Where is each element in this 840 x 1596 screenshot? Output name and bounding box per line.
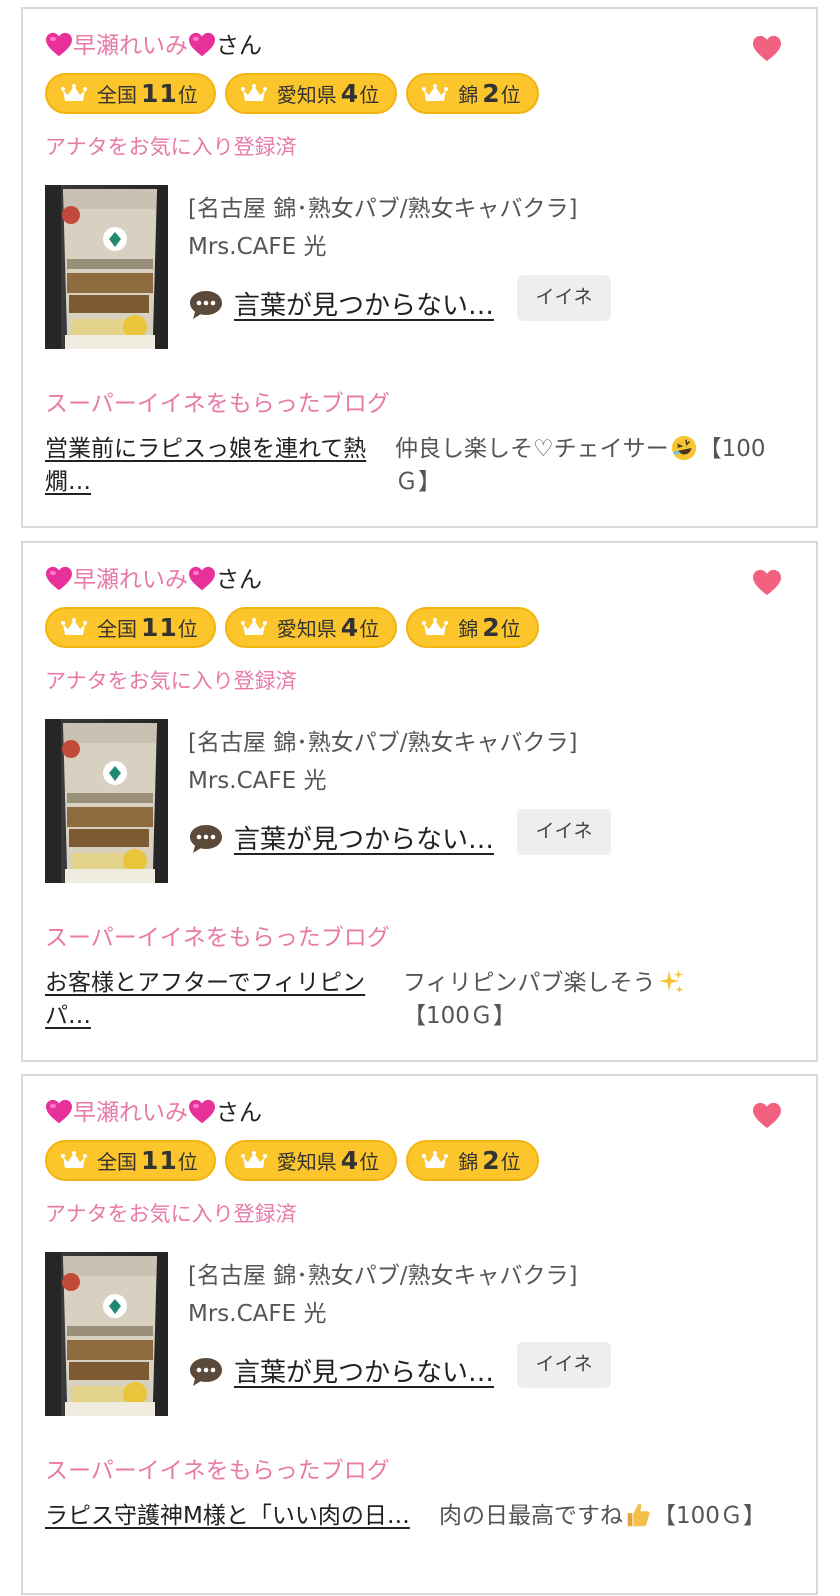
blog-title-link[interactable]: 営業前にラピスっ娘を連れて熱燗… [45,433,390,499]
shop-name[interactable]: Mrs.CAFE 光 [188,1294,326,1328]
cast-name[interactable]: 早瀬れいみ さん [45,31,262,61]
rank-badge-area: 錦2位 [406,607,539,648]
heart-emoji-icon [188,32,216,58]
cast-photo[interactable] [45,185,168,349]
comment-link[interactable]: 言葉が見つからない… [234,285,494,322]
blog-description: フィリピンパブ楽しそう【100Ｇ】 [403,967,798,1033]
favorite-status: アナタをお気に入り登録済 [45,1202,297,1226]
favorite-card: 早瀬れいみ さん 全国 11 位 愛知県 4 位 錦2位 アナタをお気に入り登録済 [名古… [21,1074,818,1595]
cast-photo[interactable] [45,1252,168,1416]
cast-photo[interactable] [45,719,168,883]
super-iine-blog-heading: スーパーイイネをもらったブログ [45,925,390,951]
rank-badge-national: 全国 11 位 [45,607,216,648]
speech-bubble-icon [188,1356,224,1388]
crown-icon [241,1151,267,1171]
heart-emoji-icon [188,1099,216,1125]
comment-link[interactable]: 言葉が見つからない… [234,1352,494,1389]
speech-bubble-icon [188,289,224,321]
crown-icon [422,618,448,638]
shop-name[interactable]: Mrs.CAFE 光 [188,761,326,795]
rank-badges: 全国 11 位 愛知県 4 位 錦2位 [45,1140,539,1181]
rank-badges: 全国 11 位 愛知県 4 位 錦2位 [45,73,539,114]
heart-emoji-icon [188,566,216,592]
blog-title-link[interactable]: ラピス守護神M様と「いい肉の日… [45,1500,437,1533]
heart-emoji-icon [45,32,73,58]
crown-icon [61,618,87,638]
rank-badge-area: 錦2位 [406,1140,539,1181]
super-iine-blog-heading: スーパーイイネをもらったブログ [45,391,390,417]
favorite-card: 早瀬れいみ さん 全国 11 位 愛知県 4 位 錦2位 アナタをお気に入り登録済 [名古… [21,541,818,1062]
cast-name-suffix: さん [216,567,262,593]
favorite-status: アナタをお気に入り登録済 [45,135,297,159]
favorite-heart-icon[interactable] [752,35,782,63]
crown-icon [241,84,267,104]
blog-description: 仲良し楽しそ♡チェイサー 【100Ｇ】 [395,433,790,499]
cast-name-suffix: さん [216,1100,262,1126]
favorite-status: アナタをお気に入り登録済 [45,669,297,693]
shop-category: [名古屋 錦･熟女パブ/熟女キャバクラ] [188,196,578,222]
speech-bubble-icon [188,823,224,855]
cast-name[interactable]: 早瀬れいみ さん [45,1098,262,1128]
thumbs-up-icon [623,1501,653,1529]
iine-button[interactable]: イイネ [517,1342,611,1388]
cast-name-text[interactable]: 早瀬れいみ [73,567,188,593]
favorite-card: 早瀬れいみ さん 全国 11 位 愛知県 4 位 錦2位 アナタをお気に入り登録済 [名古… [21,7,818,528]
rofl-icon [669,434,699,462]
comment-link[interactable]: 言葉が見つからない… [234,819,494,856]
rank-badge-national: 全国 11 位 [45,1140,216,1181]
shop-category: [名古屋 錦･熟女パブ/熟女キャバクラ] [188,730,578,756]
crown-icon [61,1151,87,1171]
cast-name-text[interactable]: 早瀬れいみ [73,33,188,59]
rank-badge-prefecture: 愛知県 4 位 [224,1140,398,1181]
iine-button[interactable]: イイネ [517,275,611,321]
cast-name[interactable]: 早瀬れいみ さん [45,565,262,595]
rank-badges: 全国 11 位 愛知県 4 位 錦2位 [45,607,539,648]
shop-category: [名古屋 錦･熟女パブ/熟女キャバクラ] [188,1263,578,1289]
blog-description: 肉の日最高ですね 【100Ｇ】 [439,1501,766,1529]
shop-name[interactable]: Mrs.CAFE 光 [188,227,326,261]
rank-badge-national: 全国 11 位 [45,73,216,114]
rank-badge-area: 錦2位 [406,73,539,114]
favorite-heart-icon[interactable] [752,569,782,597]
heart-emoji-icon [45,1099,73,1125]
rank-badge-prefecture: 愛知県 4 位 [224,607,398,648]
crown-icon [61,84,87,104]
cast-name-text[interactable]: 早瀬れいみ [73,1100,188,1126]
crown-icon [422,1151,448,1171]
iine-button[interactable]: イイネ [517,809,611,855]
favorite-heart-icon[interactable] [752,1102,782,1130]
blog-title-link[interactable]: お客様とアフターでフィリピンパ… [45,967,390,1033]
sparkles-icon [656,968,686,996]
rank-badge-prefecture: 愛知県 4 位 [224,73,398,114]
cast-name-suffix: さん [216,33,262,59]
crown-icon [422,84,448,104]
crown-icon [241,618,267,638]
super-iine-blog-heading: スーパーイイネをもらったブログ [45,1458,390,1484]
heart-emoji-icon [45,566,73,592]
